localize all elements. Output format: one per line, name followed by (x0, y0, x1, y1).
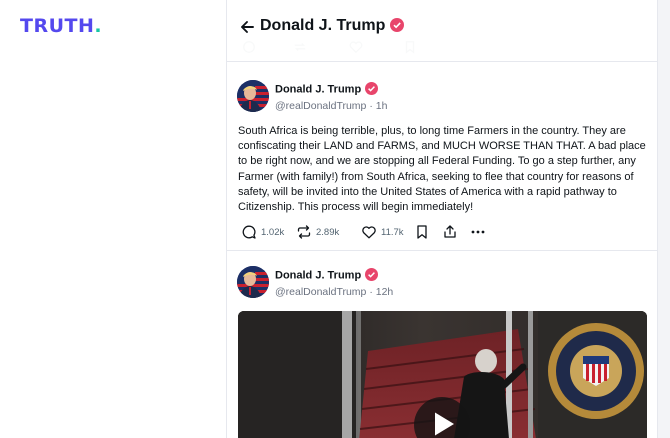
page-gutter (658, 0, 670, 438)
reply-count: 1.02k (261, 226, 285, 238)
like-button[interactable]: 11.7k (361, 223, 404, 241)
page-title-text: Donald J. Trump (260, 17, 386, 34)
verified-badge-icon (365, 268, 379, 281)
avatar[interactable] (237, 80, 269, 112)
like-count: 11.7k (381, 226, 404, 238)
verified-badge-icon (365, 82, 379, 95)
page-title: Donald J. Trump (260, 17, 405, 35)
post-timestamp[interactable]: 1h (376, 100, 388, 112)
play-icon (435, 412, 454, 436)
more-options-button[interactable] (470, 223, 486, 241)
author-name: Donald J. Trump (275, 83, 362, 96)
video-player[interactable] (238, 311, 647, 438)
bookmark-icon (417, 225, 427, 239)
author-name: Donald J. Trump (275, 269, 362, 282)
share-icon (444, 225, 456, 238)
truth-social-logo[interactable]: TRUTH. (20, 15, 102, 37)
post-author[interactable]: Donald J. Trump (275, 82, 379, 96)
reply-icon (242, 225, 256, 239)
reply-button[interactable]: 1.02k (241, 223, 284, 241)
retruth-icon (297, 225, 311, 239)
arrow-left-icon[interactable] (239, 19, 255, 35)
retruth-button[interactable]: 2.89k (296, 223, 339, 241)
more-horizontal-icon (471, 230, 485, 234)
meta-separator: · (369, 286, 373, 298)
logo-text: TRUTH (20, 15, 95, 37)
verified-badge-icon (390, 17, 405, 32)
post-author[interactable]: Donald J. Trump (275, 268, 379, 282)
avatar[interactable] (237, 266, 269, 298)
post-text: South Africa is being terrible, plus, to… (238, 125, 646, 214)
post-meta: @realDonaldTrump · 12h (275, 286, 393, 298)
post-timestamp[interactable]: 12h (376, 286, 394, 298)
bookmark-button[interactable] (414, 223, 430, 241)
logo-dot: . (94, 15, 103, 37)
share-button[interactable] (442, 223, 458, 241)
post-actions: 1.02k 2.89k 11.7k (241, 223, 561, 241)
profile-header: Donald J. Trump (227, 0, 657, 54)
post-handle[interactable]: @realDonaldTrump (275, 286, 366, 298)
like-icon (362, 226, 376, 239)
post-card[interactable]: Donald J. Trump @realDonaldTrump · 1h So… (227, 62, 657, 267)
post-meta: @realDonaldTrump · 1h (275, 100, 387, 112)
left-sidebar: TRUTH. (0, 0, 226, 438)
timeline-feed[interactable]: Donald J. Trump Donald J. Trump @realDon… (226, 0, 658, 438)
post-handle[interactable]: @realDonaldTrump (275, 100, 366, 112)
retruth-count: 2.89k (316, 226, 340, 238)
post-card[interactable]: Donald J. Trump @realDonaldTrump · 12h (227, 251, 657, 438)
meta-separator: · (369, 100, 373, 112)
